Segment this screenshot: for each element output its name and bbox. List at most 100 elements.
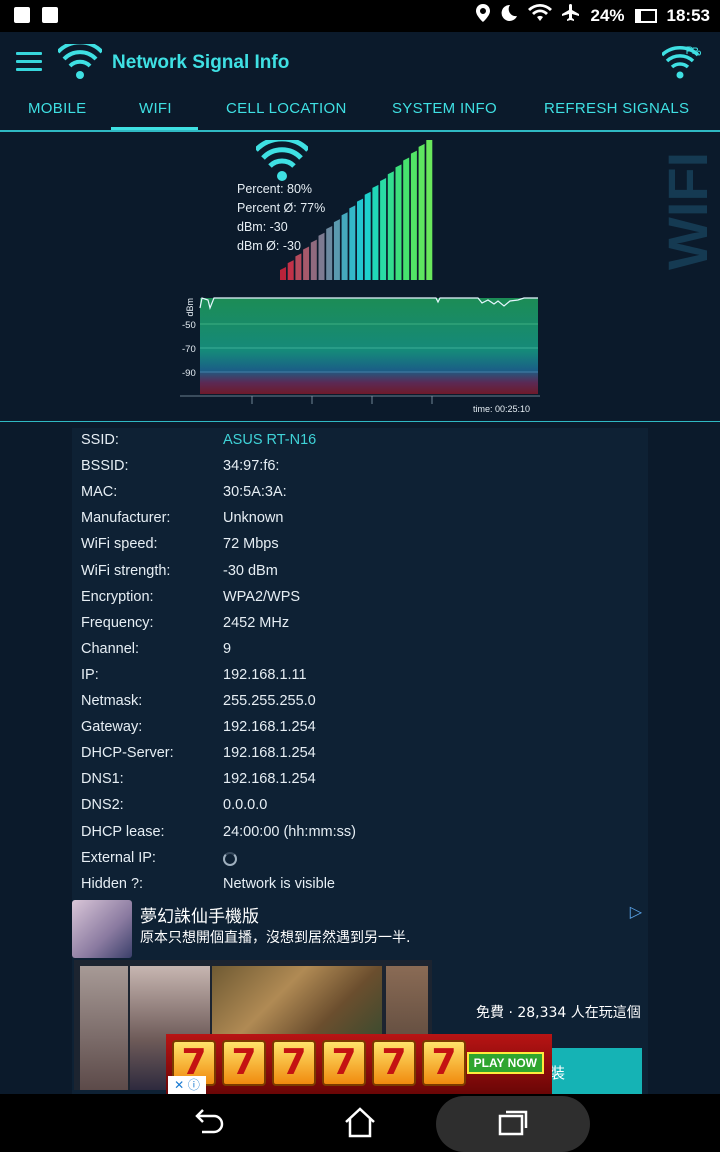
recent-apps-icon[interactable]: [496, 1106, 532, 1140]
tab-bar: MOBILE WIFI CELL LOCATION SYSTEM INFO RE…: [0, 94, 720, 132]
info-row-value: Network is visible: [223, 875, 335, 892]
signal-bar: [310, 239, 317, 280]
signal-bar: [295, 253, 302, 280]
menu-icon[interactable]: [16, 52, 42, 72]
status-bar: 24% 18:53: [0, 0, 720, 32]
wifi-info-table: SSID: ASUS RT-N16 BSSID: 34:97:f6: MAC: 30:5A…: [72, 428, 648, 898]
info-row-value: -30 dBm: [223, 562, 278, 579]
ad-title[interactable]: 夢幻誅仙手機版: [140, 902, 259, 927]
graph-y-unit: dBm: [185, 298, 195, 317]
info-row-value: WPA2/WPS: [223, 588, 301, 605]
info-row-value: [223, 850, 237, 870]
tab-cell-location[interactable]: CELL LOCATION: [226, 100, 347, 117]
ad-install-label: 裝: [550, 1064, 566, 1082]
pro-wifi-icon[interactable]: [660, 44, 702, 84]
signal-strength-bars: [280, 140, 433, 280]
wifi-side-label-text: WIFI: [663, 152, 715, 270]
info-row-label: Frequency:: [81, 614, 154, 631]
info-row-label: WiFi strength:: [81, 562, 171, 579]
signal-bar: [333, 219, 340, 280]
info-row-label: Encryption:: [81, 588, 154, 605]
signal-bar: [372, 184, 379, 280]
info-row-label: WiFi speed:: [81, 536, 158, 553]
info-row-label: BSSID:: [81, 458, 129, 475]
home-icon[interactable]: [342, 1106, 378, 1140]
app-bar: Network Signal Info: [0, 32, 720, 94]
info-row-value: 192.168.1.254: [223, 771, 316, 788]
signal-bar: [387, 171, 394, 280]
wifi-status-icon: [528, 4, 553, 28]
info-row-value: Unknown: [223, 510, 284, 527]
signal-bar: [364, 191, 371, 280]
info-row-label: Gateway:: [81, 719, 143, 736]
ad-app-icon[interactable]: [72, 900, 132, 958]
info-row-value: 192.168.1.11: [223, 666, 307, 683]
app-title: Network Signal Info: [112, 52, 290, 73]
tab-system-info[interactable]: SYSTEM INFO: [392, 100, 497, 117]
clock-time: 18:53: [666, 6, 710, 25]
info-row-value: 34:97:f6:: [223, 458, 280, 475]
signal-bar: [303, 246, 310, 280]
info-row-label: DNS2:: [81, 797, 124, 814]
slot-seven-symbol: 7: [322, 1040, 366, 1086]
navigation-bar: [0, 1094, 720, 1152]
graph-y-tick: -50: [182, 320, 196, 331]
signal-bar: [357, 198, 363, 280]
signal-bar: [287, 260, 294, 280]
battery-percent: 24%: [590, 6, 625, 25]
info-row-value: 30:5A:3A:: [223, 484, 287, 501]
slot-seven-symbol: 7: [372, 1040, 416, 1086]
info-row-label: Hidden ?:: [81, 875, 144, 892]
info-row-value: 0.0.0.0: [223, 797, 268, 814]
location-icon: [476, 4, 491, 28]
info-row-label: DHCP-Server:: [81, 745, 174, 762]
info-row-value: ASUS RT-N16: [223, 432, 317, 448]
ad-player-count: 免費 · 28,334 人在玩這個: [476, 1005, 641, 1021]
signal-bar: [349, 205, 356, 280]
loading-spinner-icon: [223, 851, 237, 866]
do-not-disturb-moon-icon: [500, 4, 518, 28]
signal-bar: [395, 164, 402, 280]
wifi-logo-icon: [56, 40, 104, 84]
info-row-value: 192.168.1.254: [223, 719, 316, 736]
info-row-label: Manufacturer:: [81, 510, 171, 527]
facebook-icon: [14, 7, 30, 23]
info-row-label: Channel:: [81, 640, 140, 657]
back-icon[interactable]: [190, 1106, 226, 1140]
graph-y-tick: -70: [182, 344, 196, 355]
slot-banner-ad[interactable]: 777777 PLAY NOW: [166, 1034, 552, 1094]
info-row-value: 72 Mbps: [223, 536, 279, 553]
info-row-value: 9: [223, 640, 232, 657]
ad-close-icon[interactable]: ✕ ⓘ: [168, 1076, 206, 1094]
info-row-label: MAC:: [81, 484, 118, 501]
tab-active-indicator: [111, 127, 198, 130]
graph-y-tick: -90: [182, 368, 196, 379]
signal-bar: [318, 232, 325, 280]
signal-bar: [418, 143, 425, 280]
ad-description: 原本只想開個直播，沒想到居然遇到另一半.: [140, 930, 411, 946]
info-row-label: IP:: [81, 666, 99, 683]
ad-install-button[interactable]: 裝: [542, 1048, 642, 1094]
signal-bar: [341, 212, 348, 280]
slot-seven-symbol: 7: [272, 1040, 316, 1086]
wifi-side-label: WIFI: [663, 152, 715, 270]
battery-icon: [634, 9, 657, 23]
ad-choices-icon[interactable]: ▷: [630, 902, 642, 921]
info-row-value: 2452 MHz: [223, 614, 290, 631]
tab-wifi[interactable]: WIFI: [139, 100, 172, 117]
signal-history-graph: dBm -50 -70 -90 time: 00:25:10: [180, 297, 540, 414]
section-divider: [0, 421, 720, 422]
signal-panel: Percent: 80% Percent Ø: 77% dBm: -30 dBm…: [0, 132, 720, 422]
slot-seven-symbol: 7: [422, 1040, 466, 1086]
gallery-icon: [42, 7, 58, 23]
ad-image: [212, 966, 382, 1036]
signal-bar: [410, 150, 417, 280]
airplane-mode-icon: [562, 4, 580, 28]
play-now-button[interactable]: PLAY NOW: [466, 1052, 544, 1074]
graph-time-label: time: 00:25:10: [473, 404, 530, 414]
info-row-value: 192.168.1.254: [223, 745, 316, 762]
info-row-label: DHCP lease:: [81, 823, 165, 840]
tab-mobile[interactable]: MOBILE: [28, 100, 86, 117]
signal-bar: [380, 178, 387, 280]
tab-refresh-signals[interactable]: REFRESH SIGNALS: [544, 100, 689, 117]
